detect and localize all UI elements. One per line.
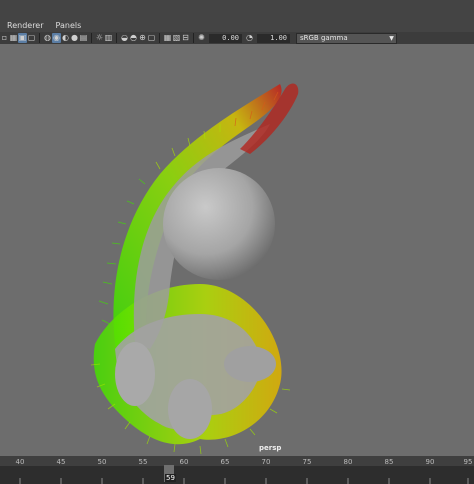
color-space-dropdown[interactable]: sRGB gamma ▼ [296, 32, 397, 44]
isolate-icon[interactable]: ◒ [120, 33, 129, 43]
color-space-value: sRGB gamma [300, 33, 348, 42]
textured-icon[interactable]: ◉ [52, 33, 61, 43]
exposure-field[interactable]: 0.00 [209, 33, 242, 43]
finger-mesh [115, 342, 155, 406]
title-strip [0, 0, 474, 19]
toolbar-separator [193, 33, 194, 43]
frame-icon[interactable]: ▫ [0, 33, 9, 43]
tick-label: 50 [97, 458, 107, 466]
tick-label: 95 [463, 458, 473, 466]
tick-label: 90 [425, 458, 435, 466]
tick-label: 40 [15, 458, 25, 466]
motion-blur-icon[interactable]: ▥ [104, 33, 113, 43]
grid-icon[interactable]: ▦ [9, 33, 18, 43]
viewport-scene [90, 83, 299, 455]
finger-mesh [168, 379, 212, 439]
exposure-icon[interactable]: ✺ [197, 33, 206, 43]
gamma-icon[interactable]: ◔ [245, 33, 254, 43]
wireframe-icon[interactable]: ▢ [27, 33, 36, 43]
sphere-mesh [163, 168, 275, 280]
tick-label: 55 [138, 458, 148, 466]
menu-panels[interactable]: Panels [56, 21, 82, 30]
resolution-gate-icon[interactable]: ▧ [172, 33, 181, 43]
3d-viewport[interactable] [0, 44, 474, 456]
lighting-icon[interactable]: ◐ [61, 33, 70, 43]
tick-label: 60 [179, 458, 189, 466]
chevron-down-icon: ▼ [389, 34, 394, 42]
camera-label: persp [259, 444, 282, 452]
toolbar-separator [159, 33, 160, 43]
smooth-shade-icon[interactable]: ◍ [43, 33, 52, 43]
toolbar-separator [39, 33, 40, 43]
shadows-icon[interactable]: ● [70, 33, 79, 43]
finger-mesh [224, 346, 276, 382]
panel-menu-bar: Renderer Panels [0, 19, 474, 32]
tick-label: 85 [384, 458, 394, 466]
tick-label: 70 [261, 458, 271, 466]
tick-label: 80 [343, 458, 353, 466]
light-icon[interactable]: ☼ [95, 33, 104, 43]
toolbar-separator [91, 33, 92, 43]
safe-action-icon[interactable]: ⊟ [181, 33, 190, 43]
timeline-ticks [19, 478, 469, 484]
tick-label: 75 [302, 458, 312, 466]
gamma-field[interactable]: 1.00 [257, 33, 290, 43]
tick-label: 65 [220, 458, 230, 466]
xray-active-icon[interactable]: ▢ [147, 33, 156, 43]
viewport-toolbar: ▫ ▦ ▣ ▢ ◍ ◉ ◐ ● ▤ ☼ ▥ ◒ ◓ ⊕ ▢ ▦ ▧ ⊟ ✺ 0.… [0, 32, 474, 44]
select-camera-icon[interactable]: ▣ [18, 33, 27, 43]
xray-joints-icon[interactable]: ⊕ [138, 33, 147, 43]
tick-label: 45 [56, 458, 66, 466]
time-slider[interactable]: 40 45 50 55 60 65 70 75 80 85 90 95 59 [0, 456, 474, 484]
toolbar-separator [116, 33, 117, 43]
film-gate-icon[interactable]: ▦ [163, 33, 172, 43]
ao-icon[interactable]: ▤ [79, 33, 88, 43]
xray-icon[interactable]: ◓ [129, 33, 138, 43]
menu-renderer[interactable]: Renderer [7, 21, 44, 30]
